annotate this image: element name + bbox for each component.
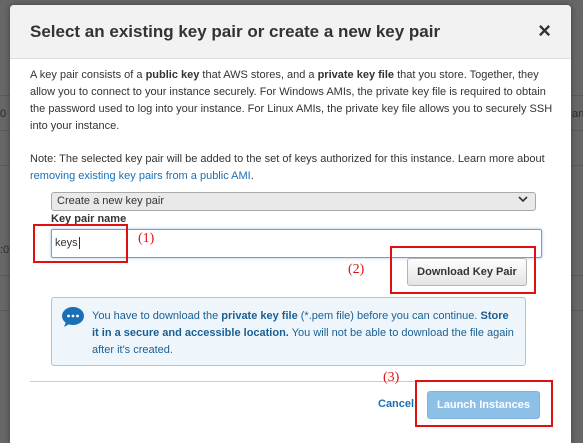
download-info-text: You have to download the private key fil… [92, 310, 514, 356]
remove-key-pairs-link[interactable]: removing existing key pairs from a publi… [30, 170, 251, 182]
annotation-label-2: (2) [348, 262, 365, 277]
authorization-note: Note: The selected key pair will be adde… [30, 153, 545, 182]
chat-info-icon [61, 306, 85, 328]
key-pair-description: A key pair consists of a public key that… [30, 69, 553, 132]
download-info-alert: You have to download the private key fil… [51, 297, 526, 366]
annotation-box-2 [390, 246, 536, 294]
dialog-title: Select an existing key pair or create a … [30, 22, 441, 41]
annotation-box-3 [415, 380, 553, 427]
annotation-box-1 [33, 224, 128, 263]
annotation-label-1: (1) [138, 231, 155, 246]
dialog-header: Select an existing key pair or create a … [10, 5, 571, 59]
select-value: Create a new key pair [57, 195, 164, 207]
key-pair-option-select[interactable]: Create a new key pair [51, 192, 536, 211]
close-icon[interactable]: × [538, 20, 551, 42]
annotation-label-3: (3) [383, 370, 400, 385]
cancel-link[interactable]: Cancel [378, 398, 414, 410]
chevron-down-icon [517, 193, 529, 211]
